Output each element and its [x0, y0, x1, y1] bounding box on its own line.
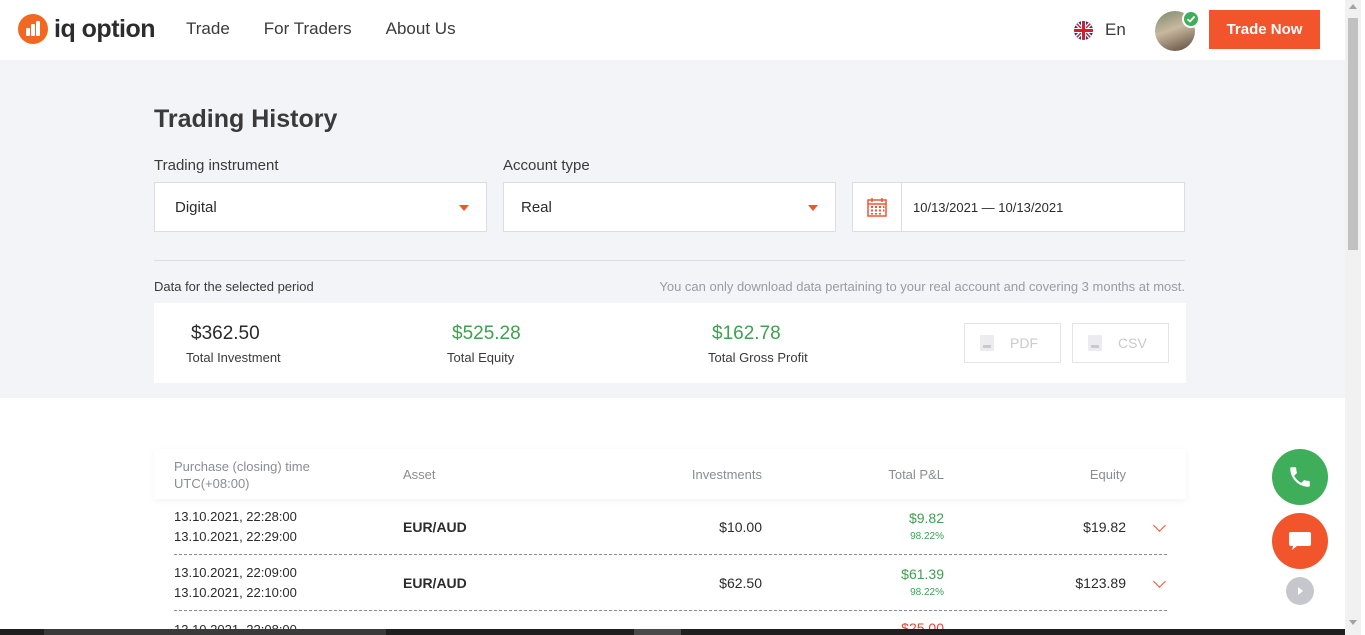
- caret-down-icon: [808, 205, 818, 211]
- verified-check-icon: [1182, 10, 1200, 28]
- total-gross-profit-value: $162.78: [712, 323, 781, 344]
- expand-button[interactable]: [1286, 577, 1314, 605]
- bottom-bar-segment: [634, 629, 681, 635]
- chat-button[interactable]: [1272, 513, 1328, 569]
- row-investment: $10.00: [719, 519, 762, 535]
- chevron-down-icon[interactable]: [1153, 575, 1166, 588]
- table-row[interactable]: 13.10.2021, 22:28:00 13.10.2021, 22:29:0…: [154, 499, 1186, 555]
- document-icon: [1088, 335, 1102, 351]
- row-asset: EUR/AUD: [403, 575, 467, 591]
- bottom-bar-segment: [44, 629, 386, 635]
- phone-icon: [1290, 467, 1310, 487]
- table-header: Purchase (closing) time UTC(+08:00) Asse…: [154, 449, 1186, 499]
- row-times: 13.10.2021, 22:09:00 13.10.2021, 22:10:0…: [174, 563, 297, 603]
- th-time-line2: UTC(+08:00): [174, 476, 250, 491]
- total-equity-label: Total Equity: [447, 350, 515, 365]
- purchase-time: 13.10.2021, 22:08:00: [174, 620, 297, 629]
- closing-time: 13.10.2021, 22:29:00: [174, 529, 297, 544]
- language-label: En: [1105, 20, 1126, 39]
- row-pnl-percent: 98.22%: [910, 531, 944, 542]
- account-type-label: Account type: [503, 157, 590, 174]
- row-pnl-percent: 98.22%: [910, 587, 944, 598]
- account-type-value: Real: [521, 198, 552, 216]
- row-times: 13.10.2021, 22:28:00 13.10.2021, 22:29:0…: [174, 507, 297, 547]
- total-equity: $525.28 Total Equity: [447, 323, 521, 365]
- row-pnl: $61.39: [901, 566, 944, 582]
- total-investment-label: Total Investment: [186, 350, 281, 365]
- th-equity: Equity: [1089, 467, 1126, 482]
- scroll-up-icon[interactable]: [1349, 4, 1357, 9]
- csv-download-button[interactable]: CSV: [1072, 323, 1169, 363]
- th-time-line1: Purchase (closing) time: [174, 459, 310, 474]
- language-selector[interactable]: En: [1074, 20, 1126, 40]
- th-asset: Asset: [403, 467, 436, 482]
- total-gross-profit: $162.78 Total Gross Profit: [708, 323, 808, 365]
- row-equity: $19.82: [1083, 519, 1126, 535]
- trade-now-button[interactable]: Trade Now: [1209, 10, 1320, 49]
- logo[interactable]: iq option: [18, 14, 156, 44]
- table-row[interactable]: 13.10.2021, 22:09:00 13.10.2021, 22:10:0…: [154, 555, 1186, 611]
- instrument-label: Trading instrument: [154, 157, 279, 174]
- account-type-select[interactable]: Real: [503, 182, 836, 232]
- section-divider: [154, 260, 1185, 261]
- purchase-time: 13.10.2021, 22:28:00: [174, 509, 297, 524]
- logo-icon: [18, 14, 48, 44]
- total-equity-value: $525.28: [452, 323, 521, 344]
- row-equity: $123.89: [1075, 575, 1126, 591]
- nav-for-traders[interactable]: For Traders: [264, 19, 352, 39]
- scroll-thumb[interactable]: [1348, 18, 1358, 250]
- total-gross-profit-label: Total Gross Profit: [708, 350, 808, 365]
- pdf-download-button[interactable]: PDF: [964, 323, 1061, 363]
- page-title: Trading History: [154, 105, 338, 133]
- top-header: iq option Trade For Traders About Us En …: [0, 0, 1345, 60]
- nav-about-us[interactable]: About Us: [386, 19, 456, 39]
- period-label: Data for the selected period: [154, 279, 314, 294]
- purchase-time: 13.10.2021, 22:09:00: [174, 565, 297, 580]
- uk-flag-icon: [1074, 20, 1093, 40]
- main-nav: Trade For Traders About Us: [186, 19, 456, 39]
- th-time: Purchase (closing) time UTC(+08:00): [174, 458, 310, 492]
- row-pnl: $9.82: [908, 510, 944, 526]
- row-pnl: -$25.00: [896, 620, 944, 629]
- instrument-select[interactable]: Digital: [154, 182, 487, 232]
- date-range-value: 10/13/2021 — 10/13/2021: [913, 200, 1064, 215]
- row-investment: $62.50: [719, 575, 762, 591]
- summary-card: $362.50 Total Investment $525.28 Total E…: [154, 303, 1186, 383]
- total-investment-value: $362.50: [191, 323, 260, 344]
- download-note: You can only download data pertaining to…: [659, 279, 1185, 294]
- instrument-value: Digital: [175, 198, 217, 216]
- call-button[interactable]: [1272, 449, 1328, 505]
- th-total-pnl: Total P&L: [888, 467, 944, 482]
- pdf-label: PDF: [1010, 335, 1038, 351]
- scroll-down-icon[interactable]: [1349, 620, 1357, 625]
- table-row[interactable]: 13.10.2021, 22:08:00 -$25.00: [154, 611, 1186, 629]
- chat-icon: [1289, 532, 1311, 550]
- chevron-down-icon[interactable]: [1153, 519, 1166, 532]
- th-investments: Investments: [691, 467, 762, 482]
- document-icon: [980, 335, 994, 351]
- total-investment: $362.50 Total Investment: [186, 323, 281, 365]
- row-asset: EUR/AUD: [403, 519, 467, 535]
- nav-trade[interactable]: Trade: [186, 19, 230, 39]
- page-scrollbar[interactable]: [1345, 0, 1361, 635]
- calendar-icon[interactable]: [853, 183, 902, 231]
- csv-label: CSV: [1118, 335, 1147, 351]
- caret-down-icon: [459, 205, 469, 211]
- bottom-bar: [0, 629, 1345, 635]
- date-range-picker[interactable]: 10/13/2021 — 10/13/2021: [852, 182, 1185, 232]
- play-icon: [1298, 587, 1303, 595]
- logo-text: iq option: [54, 14, 156, 43]
- closing-time: 13.10.2021, 22:10:00: [174, 585, 297, 600]
